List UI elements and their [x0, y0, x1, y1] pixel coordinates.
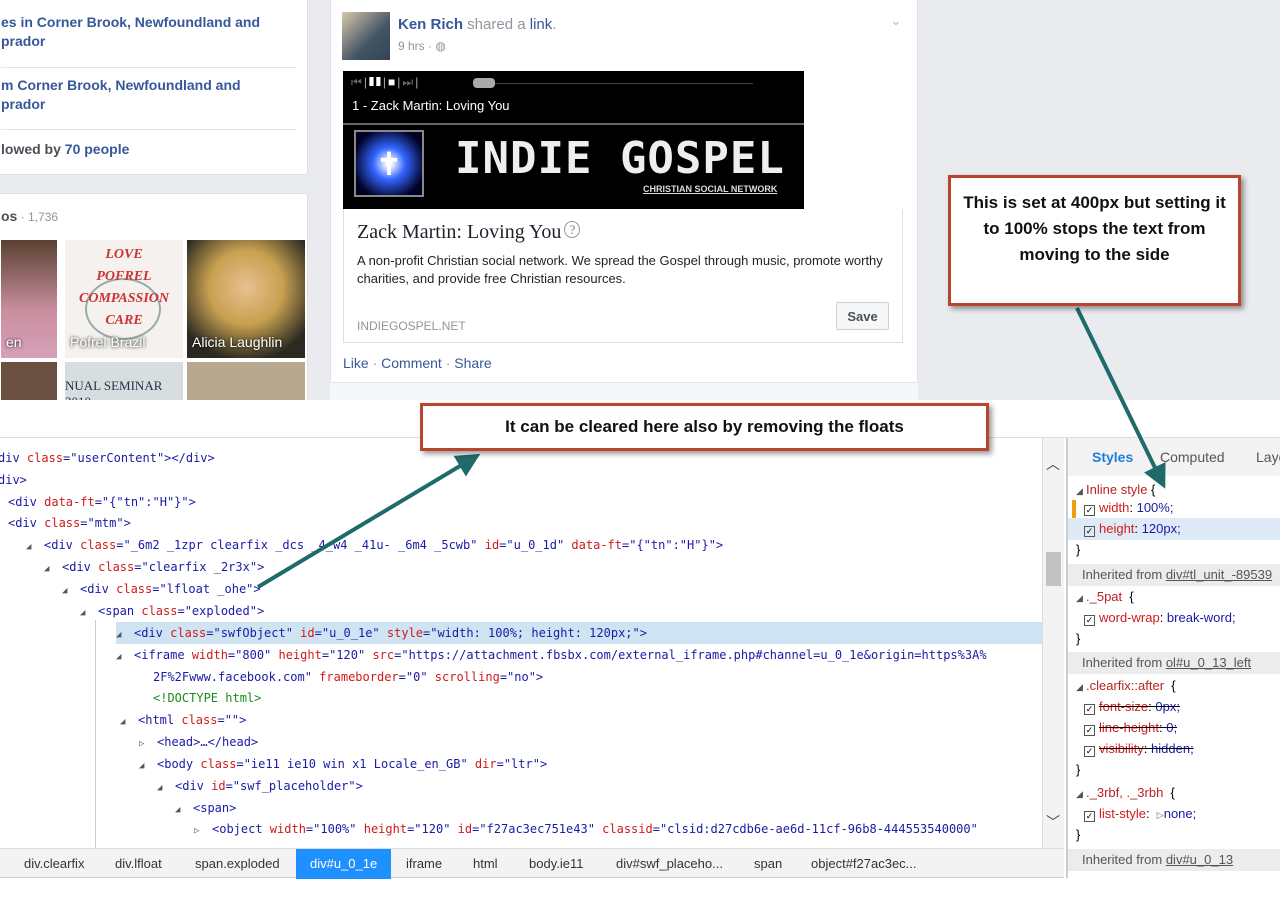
callout-dom-note: It can be cleared here also by removing … — [420, 403, 989, 451]
arrow-to-styles — [1075, 307, 1166, 489]
callout-styles-note: This is set at 400px but setting it to 1… — [948, 175, 1241, 306]
arrow-to-dom — [256, 453, 481, 589]
